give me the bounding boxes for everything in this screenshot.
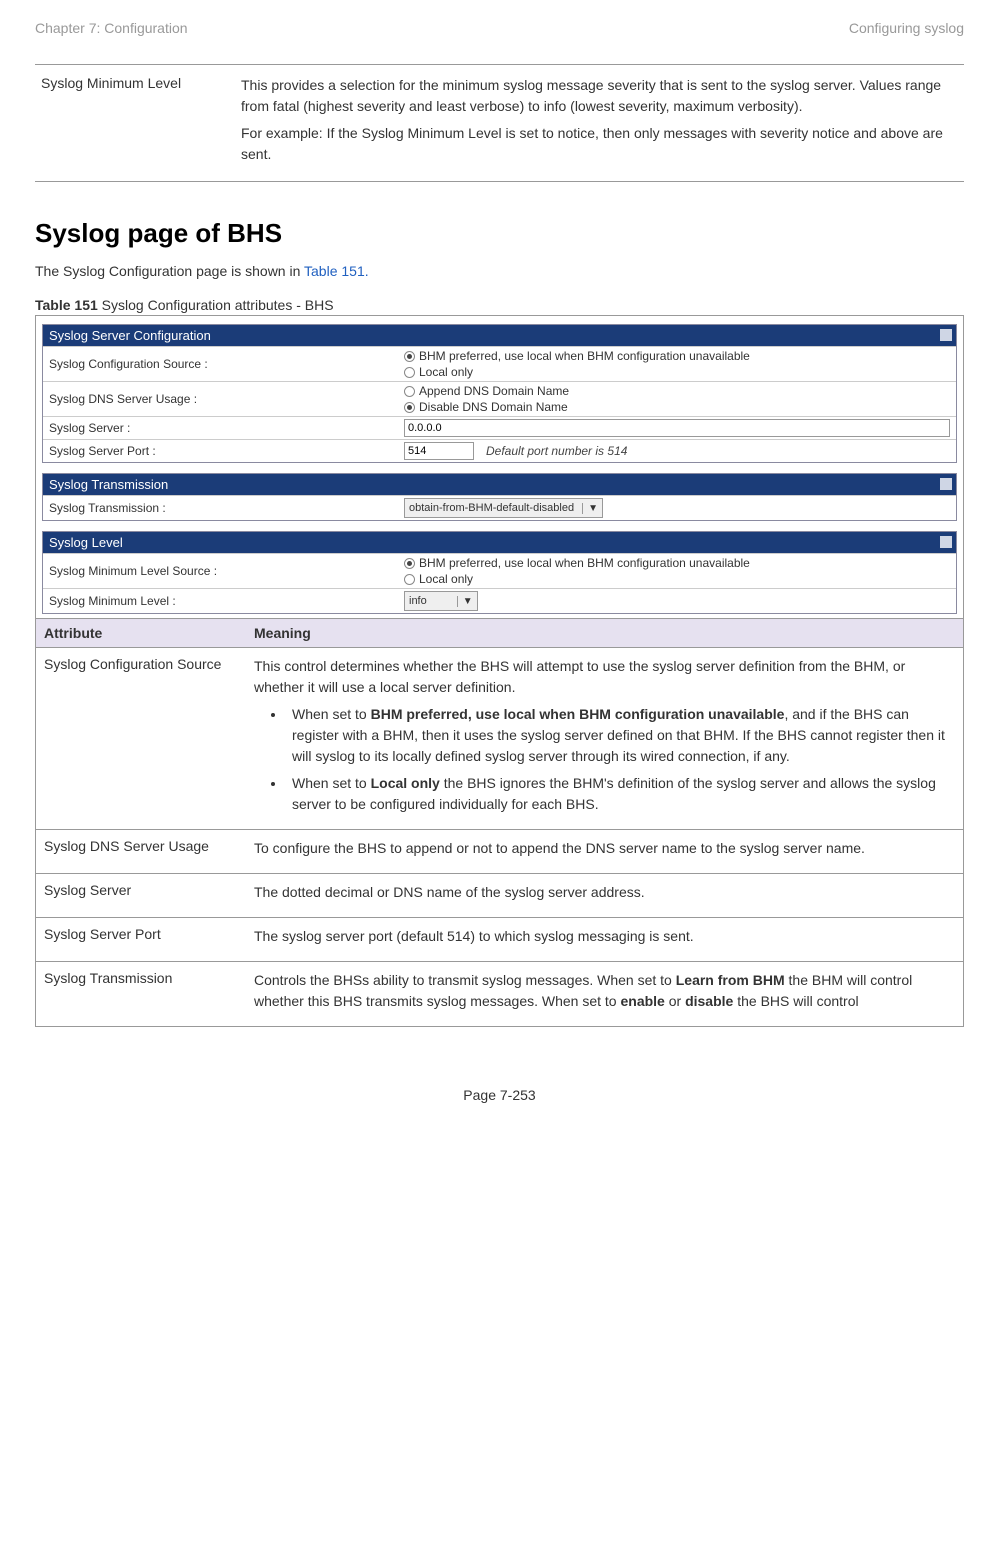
radio-local-only-label: Local only (419, 365, 473, 379)
top-meaning-p1: This provides a selection for the minimu… (241, 75, 958, 117)
def-attr: Syslog Server (36, 874, 246, 917)
chevron-down-icon: ▼ (457, 596, 473, 607)
def-meaning: The dotted decimal or DNS name of the sy… (246, 874, 963, 917)
panel-title: Syslog Server Configuration (49, 328, 211, 343)
radio-append-dns[interactable] (404, 386, 415, 397)
def-attr: Syslog DNS Server Usage (36, 830, 246, 873)
dns-usage-label: Syslog DNS Server Usage : (43, 388, 398, 410)
def-text: This control determines whether the BHS … (254, 656, 955, 698)
syslog-port-input[interactable] (404, 442, 474, 460)
config-source-label: Syslog Configuration Source : (43, 353, 398, 375)
chevron-down-icon: ▼ (582, 503, 598, 514)
ui-screenshot-area: Syslog Server Configuration Syslog Confi… (36, 316, 963, 618)
transmission-select-value: obtain-from-BHM-default-disabled (409, 502, 582, 514)
col-header-attribute: Attribute (36, 619, 246, 647)
syslog-port-label: Syslog Server Port : (43, 440, 398, 462)
syslog-server-label: Syslog Server : (43, 417, 398, 439)
section-heading: Syslog page of BHS (35, 218, 964, 249)
radio-minlvl-local-label: Local only (419, 572, 473, 586)
radio-bhm-preferred[interactable] (404, 351, 415, 362)
radio-minlvl-bhm-label: BHM preferred, use local when BHM config… (419, 556, 750, 570)
def-text: Controls the BHSs ability to transmit sy… (254, 970, 955, 1012)
syslog-transmission-panel: Syslog Transmission Syslog Transmission … (42, 473, 957, 521)
panel-header-level: Syslog Level (43, 532, 956, 553)
panel-collapse-icon[interactable] (940, 478, 952, 490)
min-level-select[interactable]: info ▼ (404, 591, 478, 611)
table-reference-link[interactable]: Table 151. (304, 263, 369, 279)
def-row-syslog-port: Syslog Server Port The syslog server por… (36, 918, 963, 962)
def-meaning: Controls the BHSs ability to transmit sy… (246, 962, 963, 1026)
transmission-label: Syslog Transmission : (43, 497, 398, 519)
def-row-config-source: Syslog Configuration Source This control… (36, 648, 963, 830)
top-meaning-p2: For example: If the Syslog Minimum Level… (241, 123, 958, 165)
page-footer: Page 7-253 (35, 1087, 964, 1103)
table-caption-text: Syslog Configuration attributes - BHS (98, 297, 334, 313)
syslog-server-config-panel: Syslog Server Configuration Syslog Confi… (42, 324, 957, 463)
panel-header-transmission: Syslog Transmission (43, 474, 956, 495)
top-summary-table: Syslog Minimum Level This provides a sel… (35, 64, 964, 182)
header-chapter: Chapter 7: Configuration (35, 20, 188, 36)
syslog-server-input[interactable] (404, 419, 950, 437)
radio-disable-dns-label: Disable DNS Domain Name (419, 400, 568, 414)
top-attr-meaning: This provides a selection for the minimu… (241, 75, 958, 171)
page-header: Chapter 7: Configuration Configuring sys… (35, 20, 964, 36)
radio-disable-dns[interactable] (404, 402, 415, 413)
def-text: The dotted decimal or DNS name of the sy… (254, 882, 955, 903)
transmission-select[interactable]: obtain-from-BHM-default-disabled ▼ (404, 498, 603, 518)
def-row-dns-usage: Syslog DNS Server Usage To configure the… (36, 830, 963, 874)
intro-paragraph: The Syslog Configuration page is shown i… (35, 263, 964, 279)
table-caption-number: Table 151 (35, 297, 98, 313)
def-meaning: To configure the BHS to append or not to… (246, 830, 963, 873)
panel-title: Syslog Level (49, 535, 123, 550)
min-level-select-value: info (409, 595, 457, 607)
def-bullet: When set to BHM preferred, use local whe… (286, 704, 955, 767)
radio-local-only[interactable] (404, 367, 415, 378)
def-attr: Syslog Server Port (36, 918, 246, 961)
def-row-syslog-transmission: Syslog Transmission Controls the BHSs ab… (36, 962, 963, 1026)
radio-bhm-preferred-label: BHM preferred, use local when BHM config… (419, 349, 750, 363)
def-text: The syslog server port (default 514) to … (254, 926, 955, 947)
def-attr: Syslog Configuration Source (36, 648, 246, 829)
config-table-container: Syslog Server Configuration Syslog Confi… (35, 315, 964, 1027)
def-bullet: When set to Local only the BHS ignores t… (286, 773, 955, 815)
intro-text: The Syslog Configuration page is shown i… (35, 263, 304, 279)
panel-title: Syslog Transmission (49, 477, 168, 492)
panel-collapse-icon[interactable] (940, 329, 952, 341)
definitions-header: Attribute Meaning (36, 618, 963, 648)
table-caption: Table 151 Syslog Configuration attribute… (35, 297, 964, 313)
panel-header-server-config: Syslog Server Configuration (43, 325, 956, 346)
top-attr-name: Syslog Minimum Level (41, 75, 241, 171)
port-default-note: Default port number is 514 (486, 444, 627, 458)
def-meaning: The syslog server port (default 514) to … (246, 918, 963, 961)
radio-append-dns-label: Append DNS Domain Name (419, 384, 569, 398)
def-text: To configure the BHS to append or not to… (254, 838, 955, 859)
header-section: Configuring syslog (849, 20, 964, 36)
radio-minlvl-bhm[interactable] (404, 558, 415, 569)
syslog-level-panel: Syslog Level Syslog Minimum Level Source… (42, 531, 957, 614)
min-level-source-label: Syslog Minimum Level Source : (43, 560, 398, 582)
panel-collapse-icon[interactable] (940, 536, 952, 548)
col-header-meaning: Meaning (246, 619, 963, 647)
radio-minlvl-local[interactable] (404, 574, 415, 585)
min-level-label: Syslog Minimum Level : (43, 590, 398, 612)
def-attr: Syslog Transmission (36, 962, 246, 1026)
def-meaning: This control determines whether the BHS … (246, 648, 963, 829)
def-row-syslog-server: Syslog Server The dotted decimal or DNS … (36, 874, 963, 918)
